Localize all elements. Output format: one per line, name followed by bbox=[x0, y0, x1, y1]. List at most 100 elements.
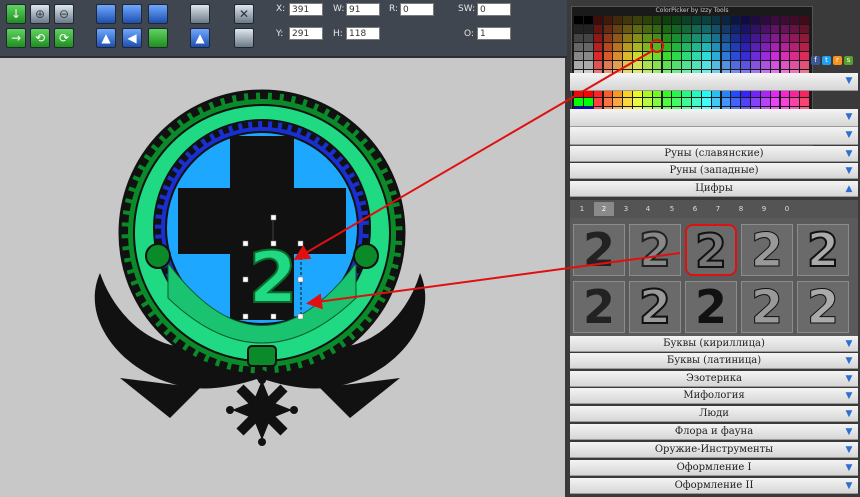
group-icon[interactable] bbox=[148, 28, 168, 48]
color-swatch[interactable] bbox=[593, 97, 603, 106]
thumb-digit[interactable]: 2 bbox=[797, 281, 849, 333]
color-swatch[interactable] bbox=[583, 25, 593, 34]
thumb-digit[interactable]: 2 bbox=[741, 224, 793, 276]
color-swatch[interactable] bbox=[721, 61, 731, 70]
color-swatch[interactable] bbox=[731, 43, 741, 52]
twitter-icon[interactable]: t bbox=[822, 56, 831, 65]
facebook-icon[interactable]: f bbox=[811, 56, 820, 65]
color-swatch[interactable] bbox=[583, 16, 593, 25]
color-swatch[interactable] bbox=[692, 16, 701, 25]
color-swatch[interactable] bbox=[623, 34, 632, 43]
color-swatch[interactable] bbox=[623, 43, 632, 52]
triangle-icon[interactable]: ▲ bbox=[190, 28, 210, 48]
sw-input[interactable]: 0 bbox=[477, 3, 511, 16]
category-mythology[interactable]: Мифология ▼ bbox=[570, 388, 858, 404]
color-swatch[interactable] bbox=[574, 16, 583, 25]
color-swatch[interactable] bbox=[652, 97, 662, 106]
category-people[interactable]: Люди ▼ bbox=[570, 406, 858, 422]
color-swatch[interactable] bbox=[770, 61, 780, 70]
color-swatch[interactable] bbox=[731, 52, 741, 61]
category-decoration-2[interactable]: Оформление II ▼ bbox=[570, 478, 858, 494]
thumb-digit-selected[interactable]: 2 bbox=[685, 224, 737, 276]
color-swatch[interactable] bbox=[603, 16, 613, 25]
color-swatch[interactable] bbox=[741, 52, 750, 61]
color-swatch[interactable] bbox=[701, 25, 711, 34]
tab-1[interactable]: 1 bbox=[572, 202, 592, 216]
color-swatch[interactable] bbox=[574, 97, 583, 106]
color-swatch[interactable] bbox=[652, 61, 662, 70]
thumb-digit[interactable]: 2 bbox=[573, 281, 625, 333]
color-swatch[interactable] bbox=[603, 25, 613, 34]
color-swatch[interactable] bbox=[682, 25, 691, 34]
color-swatch[interactable] bbox=[662, 52, 672, 61]
trash-icon[interactable] bbox=[234, 28, 254, 48]
color-swatch[interactable] bbox=[721, 34, 731, 43]
align-icon[interactable] bbox=[148, 4, 168, 24]
color-swatch[interactable] bbox=[672, 97, 682, 106]
color-swatch[interactable] bbox=[701, 52, 711, 61]
color-swatch[interactable] bbox=[623, 97, 632, 106]
color-swatch[interactable] bbox=[642, 34, 652, 43]
o-input[interactable]: 1 bbox=[477, 27, 511, 40]
color-swatch[interactable] bbox=[741, 61, 750, 70]
color-swatch[interactable] bbox=[613, 61, 623, 70]
color-swatch[interactable] bbox=[701, 97, 711, 106]
thumb-digit[interactable]: 2 bbox=[797, 224, 849, 276]
color-swatch[interactable] bbox=[692, 52, 701, 61]
color-swatch[interactable] bbox=[692, 43, 701, 52]
color-swatch[interactable] bbox=[662, 61, 672, 70]
color-swatch[interactable] bbox=[741, 16, 750, 25]
color-swatch[interactable] bbox=[741, 34, 750, 43]
color-swatch[interactable] bbox=[760, 61, 770, 70]
color-swatch[interactable] bbox=[780, 52, 790, 61]
color-swatch[interactable] bbox=[633, 52, 642, 61]
category-cyrillic[interactable]: Буквы (кириллица) ▼ bbox=[570, 336, 858, 352]
color-swatch[interactable] bbox=[711, 34, 721, 43]
color-swatch[interactable] bbox=[623, 61, 632, 70]
color-swatch[interactable] bbox=[672, 61, 682, 70]
color-swatch[interactable] bbox=[721, 16, 731, 25]
color-swatch[interactable] bbox=[701, 43, 711, 52]
color-swatch[interactable] bbox=[593, 16, 603, 25]
color-swatch[interactable] bbox=[652, 43, 662, 52]
color-swatch[interactable] bbox=[662, 43, 672, 52]
color-swatch[interactable] bbox=[711, 52, 721, 61]
color-swatch[interactable] bbox=[760, 34, 770, 43]
color-swatch[interactable] bbox=[652, 16, 662, 25]
category-collapsed-1[interactable]: ▼ bbox=[570, 73, 858, 91]
color-swatch[interactable] bbox=[682, 97, 691, 106]
color-swatch[interactable] bbox=[751, 16, 760, 25]
color-swatch[interactable] bbox=[800, 97, 809, 106]
tab-3[interactable]: 3 bbox=[616, 202, 636, 216]
color-swatch[interactable] bbox=[751, 97, 760, 106]
rotate-right-icon[interactable]: ⟳ bbox=[54, 28, 74, 48]
color-swatch[interactable] bbox=[682, 52, 691, 61]
color-swatch[interactable] bbox=[583, 52, 593, 61]
eraser-icon[interactable] bbox=[190, 4, 210, 24]
color-swatch[interactable] bbox=[800, 52, 809, 61]
color-swatch[interactable] bbox=[721, 52, 731, 61]
tab-0[interactable]: 0 bbox=[777, 202, 797, 216]
share-icon[interactable]: s bbox=[844, 56, 853, 65]
tab-6[interactable]: 6 bbox=[685, 202, 705, 216]
color-swatch[interactable] bbox=[672, 43, 682, 52]
color-swatch[interactable] bbox=[711, 97, 721, 106]
tab-9[interactable]: 9 bbox=[754, 202, 774, 216]
color-swatch[interactable] bbox=[701, 16, 711, 25]
tab-5[interactable]: 5 bbox=[662, 202, 682, 216]
color-swatch[interactable] bbox=[800, 16, 809, 25]
color-swatch[interactable] bbox=[692, 34, 701, 43]
color-swatch[interactable] bbox=[711, 16, 721, 25]
category-latin[interactable]: Буквы (латиница) ▼ bbox=[570, 353, 858, 369]
y-input[interactable]: 291 bbox=[289, 27, 323, 40]
color-swatch[interactable] bbox=[731, 34, 741, 43]
color-swatch[interactable] bbox=[790, 52, 800, 61]
color-swatch[interactable] bbox=[780, 16, 790, 25]
thumb-digit[interactable]: 2 bbox=[685, 281, 737, 333]
color-swatch[interactable] bbox=[751, 34, 760, 43]
bring-front-icon[interactable] bbox=[96, 4, 116, 24]
category-flora-fauna[interactable]: Флора и фауна ▼ bbox=[570, 424, 858, 440]
move-down-icon[interactable]: ↓ bbox=[6, 4, 26, 24]
color-swatch[interactable] bbox=[652, 52, 662, 61]
color-swatch[interactable] bbox=[760, 43, 770, 52]
